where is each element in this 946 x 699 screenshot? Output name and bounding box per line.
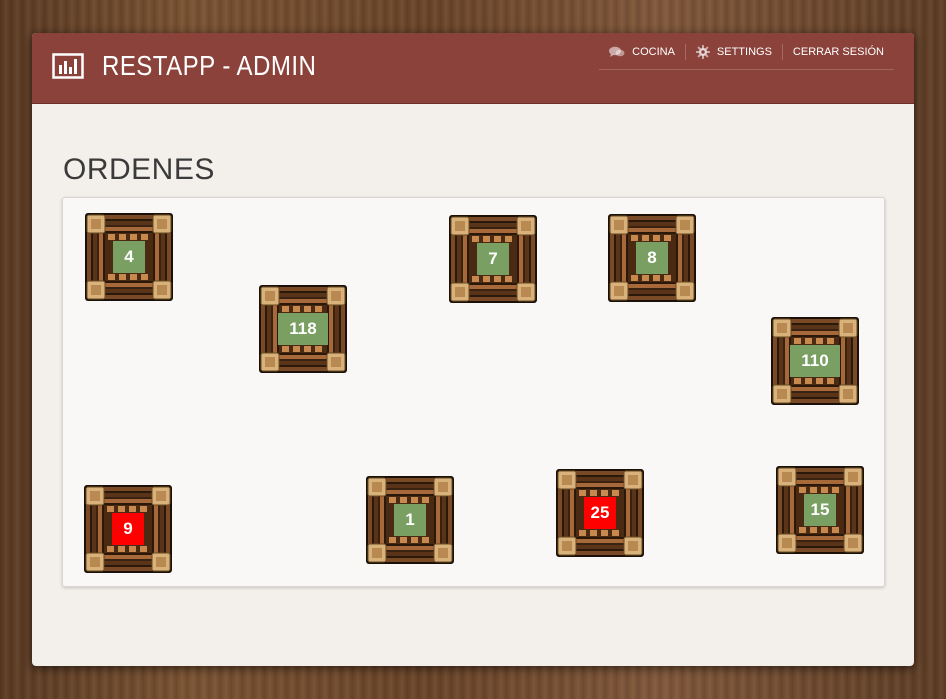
header-bar: RESTAPP - ADMIN COCINA SETTINGS CERRAR S… bbox=[32, 33, 914, 104]
top-nav: COCINA SETTINGS CERRAR SESIÓN bbox=[599, 39, 894, 70]
table-card[interactable]: 15 bbox=[775, 465, 865, 555]
page-title: ORDENES bbox=[63, 153, 215, 186]
nav-logout[interactable]: CERRAR SESIÓN bbox=[783, 43, 894, 61]
chat-bubbles-icon bbox=[609, 46, 625, 58]
table-card[interactable]: 7 bbox=[448, 214, 538, 304]
nav-cocina-label: COCINA bbox=[632, 46, 675, 58]
table-number-badge: 1 bbox=[394, 504, 426, 536]
table-number-badge: 15 bbox=[804, 494, 836, 526]
nav-settings[interactable]: SETTINGS bbox=[686, 43, 782, 61]
bar-chart-icon bbox=[52, 53, 84, 79]
nav-logout-label: CERRAR SESIÓN bbox=[792, 46, 884, 58]
table-number-badge: 118 bbox=[278, 313, 328, 345]
app-title: RESTAPP - ADMIN bbox=[102, 50, 317, 81]
table-number-badge: 9 bbox=[112, 513, 144, 545]
tables-panel: 4 118 7 8 110 9 1 25 15 bbox=[62, 197, 885, 587]
nav-settings-label: SETTINGS bbox=[716, 46, 772, 58]
table-number-badge: 110 bbox=[790, 345, 840, 377]
table-card[interactable]: 118 bbox=[258, 284, 348, 374]
table-card[interactable]: 1 bbox=[365, 475, 455, 565]
table-number-badge: 4 bbox=[113, 241, 145, 273]
table-card[interactable]: 9 bbox=[83, 484, 173, 574]
table-number-badge: 8 bbox=[636, 242, 668, 274]
table-card[interactable]: 8 bbox=[607, 213, 697, 303]
table-number-badge: 7 bbox=[477, 243, 509, 275]
table-card[interactable]: 4 bbox=[84, 212, 174, 302]
table-card[interactable]: 110 bbox=[770, 316, 860, 406]
table-number-badge: 25 bbox=[584, 497, 616, 529]
gear-icon bbox=[695, 45, 710, 59]
app-window: RESTAPP - ADMIN COCINA SETTINGS CERRAR S… bbox=[32, 33, 914, 666]
table-card[interactable]: 25 bbox=[555, 468, 645, 558]
nav-cocina[interactable]: COCINA bbox=[599, 43, 685, 61]
